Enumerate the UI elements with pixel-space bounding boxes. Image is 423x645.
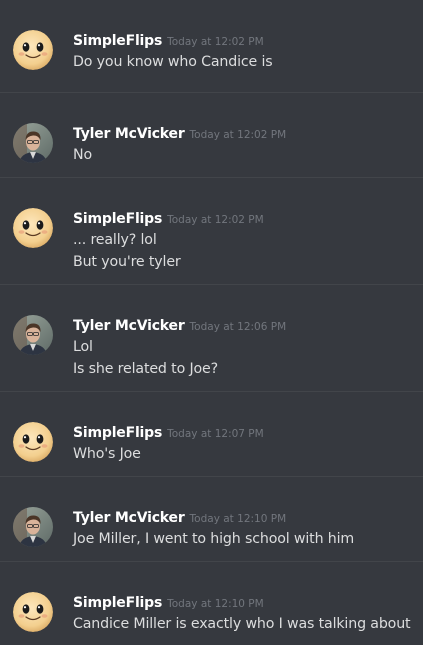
- simpleflips-face-icon[interactable]: [13, 208, 53, 248]
- message-text: Is she related to Joe?: [73, 361, 218, 377]
- message-group: SimpleFlips Today at 12:02 PM ... really? …: [0, 178, 423, 285]
- timestamp: Today at 12:10 PM: [167, 598, 264, 610]
- message-text: Lol: [73, 339, 93, 355]
- username[interactable]: SimpleFlips: [73, 425, 162, 441]
- message-header: SimpleFlips Today at 12:07 PM: [73, 423, 423, 443]
- message-group: SimpleFlips Today at 12:02 PM Do you know …: [0, 0, 423, 93]
- message-header: Tyler McVicker Today at 12:10 PM: [73, 508, 423, 528]
- simpleflips-face-icon[interactable]: [13, 422, 53, 462]
- username[interactable]: Tyler McVicker: [73, 318, 185, 334]
- message-text: ... really? lol: [73, 232, 157, 248]
- message-group: Tyler McVicker Today at 12:10 PM Joe Mille…: [0, 477, 423, 562]
- message-text: No: [73, 147, 92, 163]
- message-group: SimpleFlips Today at 12:10 PM Candice Mill…: [0, 562, 423, 645]
- message-text: Who's Joe: [73, 446, 141, 462]
- message-header: SimpleFlips Today at 12:02 PM: [73, 209, 423, 229]
- message-header: SimpleFlips Today at 12:10 PM: [73, 593, 423, 613]
- tyler-photo-avatar[interactable]: [13, 315, 53, 355]
- username[interactable]: SimpleFlips: [73, 595, 162, 611]
- message-text: Candice Miller is exactly who I was talk…: [73, 616, 411, 632]
- chat-messages: SimpleFlips Today at 12:02 PM Do you know …: [0, 0, 423, 645]
- message-group: Tyler McVicker Today at 12:02 PM No: [0, 93, 423, 178]
- username[interactable]: Tyler McVicker: [73, 126, 185, 142]
- message-text: But you're tyler: [73, 254, 181, 270]
- message-header: SimpleFlips Today at 12:02 PM: [73, 31, 423, 51]
- username[interactable]: SimpleFlips: [73, 211, 162, 227]
- message-group: Tyler McVicker Today at 12:06 PM Lol Is she…: [0, 285, 423, 392]
- tyler-photo-avatar[interactable]: [13, 123, 53, 163]
- message-text: Joe Miller, I went to high school with h…: [73, 531, 355, 547]
- timestamp: Today at 12:02 PM: [189, 129, 287, 141]
- message-header: Tyler McVicker Today at 12:06 PM: [73, 316, 423, 336]
- timestamp: Today at 12:10 PM: [189, 513, 287, 525]
- simpleflips-face-icon[interactable]: [13, 30, 53, 70]
- username[interactable]: Tyler McVicker: [73, 510, 185, 526]
- message-text: Do you know who Candice is: [73, 54, 273, 70]
- simpleflips-face-icon[interactable]: [13, 592, 53, 632]
- message-header: Tyler McVicker Today at 12:02 PM: [73, 124, 423, 144]
- tyler-photo-avatar[interactable]: [13, 507, 53, 547]
- timestamp: Today at 12:07 PM: [167, 428, 264, 440]
- timestamp: Today at 12:02 PM: [167, 36, 264, 48]
- username[interactable]: SimpleFlips: [73, 33, 162, 49]
- timestamp: Today at 12:02 PM: [167, 214, 264, 226]
- timestamp: Today at 12:06 PM: [189, 321, 287, 333]
- message-group: SimpleFlips Today at 12:07 PM Who's Joe: [0, 392, 423, 477]
